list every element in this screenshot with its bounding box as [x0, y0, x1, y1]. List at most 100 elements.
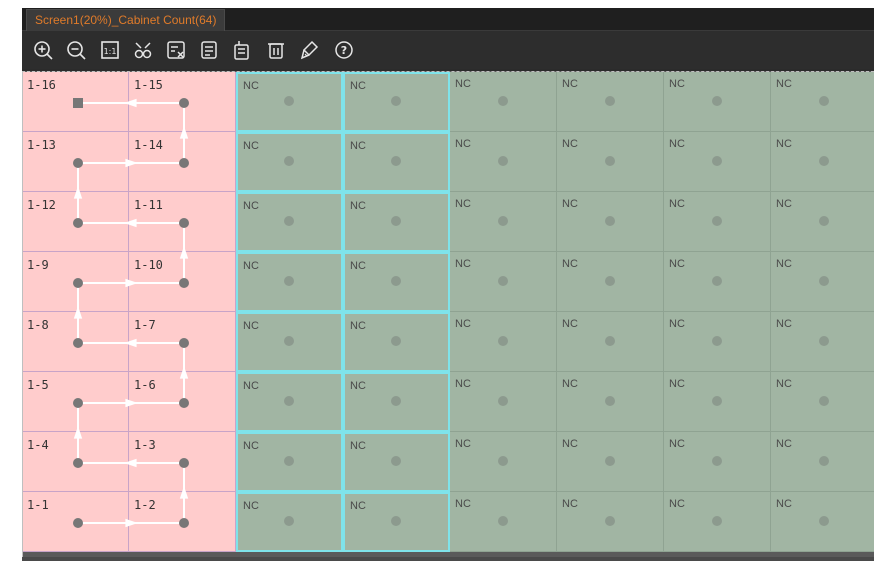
nc-cell[interactable]: NC	[236, 252, 343, 312]
actual-size-icon[interactable]: 1:1	[99, 39, 121, 61]
nc-cell[interactable]: NC	[557, 72, 664, 132]
nc-cell[interactable]: NC	[343, 132, 450, 192]
status-dot	[605, 336, 615, 346]
nc-cell[interactable]: NC	[664, 432, 771, 492]
nc-cell[interactable]: NC	[236, 492, 343, 552]
nc-cell[interactable]: NC	[557, 372, 664, 432]
cabinet-cell[interactable]: 1-13	[22, 132, 129, 192]
nc-cell[interactable]: NC	[450, 492, 557, 552]
cabinet-grid: 1-16 1-15 NC NC NC NC NC NC 1-13 1-14 NC NC NC NC NC NC…	[22, 71, 874, 558]
cabinet-cell[interactable]: 1-15	[129, 72, 236, 132]
app-window: Screen1(20%)_Cabinet Count(64) 1:1 ? 1-1…	[22, 8, 874, 561]
nc-cell[interactable]: NC	[236, 72, 343, 132]
tab-screen1[interactable]: Screen1(20%)_Cabinet Count(64)	[26, 9, 226, 31]
nc-cell[interactable]: NC	[771, 72, 874, 132]
nc-cell[interactable]: NC	[664, 72, 771, 132]
nc-cell[interactable]: NC	[236, 132, 343, 192]
cabinet-label: 1-5	[27, 378, 49, 392]
nc-cell[interactable]: NC	[557, 192, 664, 252]
nc-label: NC	[562, 78, 578, 90]
nc-cell[interactable]: NC	[343, 372, 450, 432]
nc-cell[interactable]: NC	[664, 132, 771, 192]
nc-cell[interactable]: NC	[664, 492, 771, 552]
nc-cell[interactable]: NC	[771, 132, 874, 192]
status-dot	[605, 276, 615, 286]
zoom-in-icon[interactable]	[32, 39, 54, 61]
nc-cell[interactable]: NC	[343, 192, 450, 252]
copy-icon[interactable]	[231, 39, 253, 61]
nc-cell[interactable]: NC	[343, 432, 450, 492]
nc-cell[interactable]: NC	[771, 432, 874, 492]
nc-cell[interactable]: NC	[771, 372, 874, 432]
nc-cell[interactable]: NC	[771, 192, 874, 252]
nc-cell[interactable]: NC	[343, 72, 450, 132]
cabinet-cell[interactable]: 1-14	[129, 132, 236, 192]
status-dot	[819, 456, 829, 466]
cabinet-cell[interactable]: 1-2	[129, 492, 236, 552]
nc-cell[interactable]: NC	[557, 432, 664, 492]
zoom-out-icon[interactable]	[65, 39, 87, 61]
clear-icon[interactable]	[165, 39, 187, 61]
cabinet-cell[interactable]: 1-8	[22, 312, 129, 372]
nc-cell[interactable]: NC	[450, 372, 557, 432]
cabinet-label: 1-9	[27, 258, 49, 272]
nc-label: NC	[669, 438, 685, 450]
nc-cell[interactable]: NC	[771, 312, 874, 372]
nc-cell[interactable]: NC	[450, 432, 557, 492]
nc-cell[interactable]: NC	[236, 372, 343, 432]
shape-icon[interactable]	[132, 39, 154, 61]
status-dot	[605, 216, 615, 226]
cabinet-cell[interactable]: 1-7	[129, 312, 236, 372]
nc-cell[interactable]: NC	[771, 492, 874, 552]
cabinet-cell[interactable]: 1-12	[22, 192, 129, 252]
nc-cell[interactable]: NC	[450, 72, 557, 132]
nc-cell[interactable]: NC	[557, 312, 664, 372]
cabinet-label: 1-4	[27, 438, 49, 452]
delete-icon[interactable]	[265, 39, 287, 61]
nc-cell[interactable]: NC	[236, 192, 343, 252]
nc-cell[interactable]: NC	[664, 252, 771, 312]
nc-cell[interactable]: NC	[343, 492, 450, 552]
status-dot	[712, 396, 722, 406]
cabinet-cell[interactable]: 1-3	[129, 432, 236, 492]
nc-cell[interactable]: NC	[771, 252, 874, 312]
nc-cell[interactable]: NC	[664, 372, 771, 432]
cabinet-label: 1-16	[27, 78, 56, 92]
nc-label: NC	[562, 138, 578, 150]
status-dot	[498, 456, 508, 466]
nc-cell[interactable]: NC	[450, 252, 557, 312]
status-dot	[284, 456, 294, 466]
nc-cell[interactable]: NC	[236, 432, 343, 492]
cabinet-cell[interactable]: 1-4	[22, 432, 129, 492]
nc-cell[interactable]: NC	[343, 312, 450, 372]
nc-cell[interactable]: NC	[450, 132, 557, 192]
nc-cell[interactable]: NC	[664, 312, 771, 372]
cabinet-cell[interactable]: 1-10	[129, 252, 236, 312]
nc-cell[interactable]: NC	[664, 192, 771, 252]
help-icon[interactable]: ?	[333, 39, 355, 61]
nc-cell[interactable]: NC	[557, 492, 664, 552]
cabinet-cell[interactable]: 1-6	[129, 372, 236, 432]
status-dot	[712, 276, 722, 286]
cabinet-cell[interactable]: 1-16	[22, 72, 129, 132]
nc-cell[interactable]: NC	[557, 132, 664, 192]
brush-icon[interactable]	[299, 39, 321, 61]
nc-label: NC	[243, 260, 259, 272]
status-dot	[605, 396, 615, 406]
nc-cell[interactable]: NC	[450, 192, 557, 252]
nc-cell[interactable]: NC	[236, 312, 343, 372]
cabinet-cell[interactable]: 1-9	[22, 252, 129, 312]
status-dot	[712, 336, 722, 346]
cabinet-label: 1-7	[134, 318, 156, 332]
nc-cell[interactable]: NC	[557, 252, 664, 312]
status-dot	[819, 156, 829, 166]
cabinet-cell[interactable]: 1-5	[22, 372, 129, 432]
list-icon[interactable]	[198, 39, 220, 61]
status-dot	[391, 156, 401, 166]
svg-text:?: ?	[341, 44, 347, 57]
cabinet-cell[interactable]: 1-1	[22, 492, 129, 552]
nc-cell[interactable]: NC	[343, 252, 450, 312]
nc-label: NC	[669, 78, 685, 90]
cabinet-cell[interactable]: 1-11	[129, 192, 236, 252]
nc-cell[interactable]: NC	[450, 312, 557, 372]
